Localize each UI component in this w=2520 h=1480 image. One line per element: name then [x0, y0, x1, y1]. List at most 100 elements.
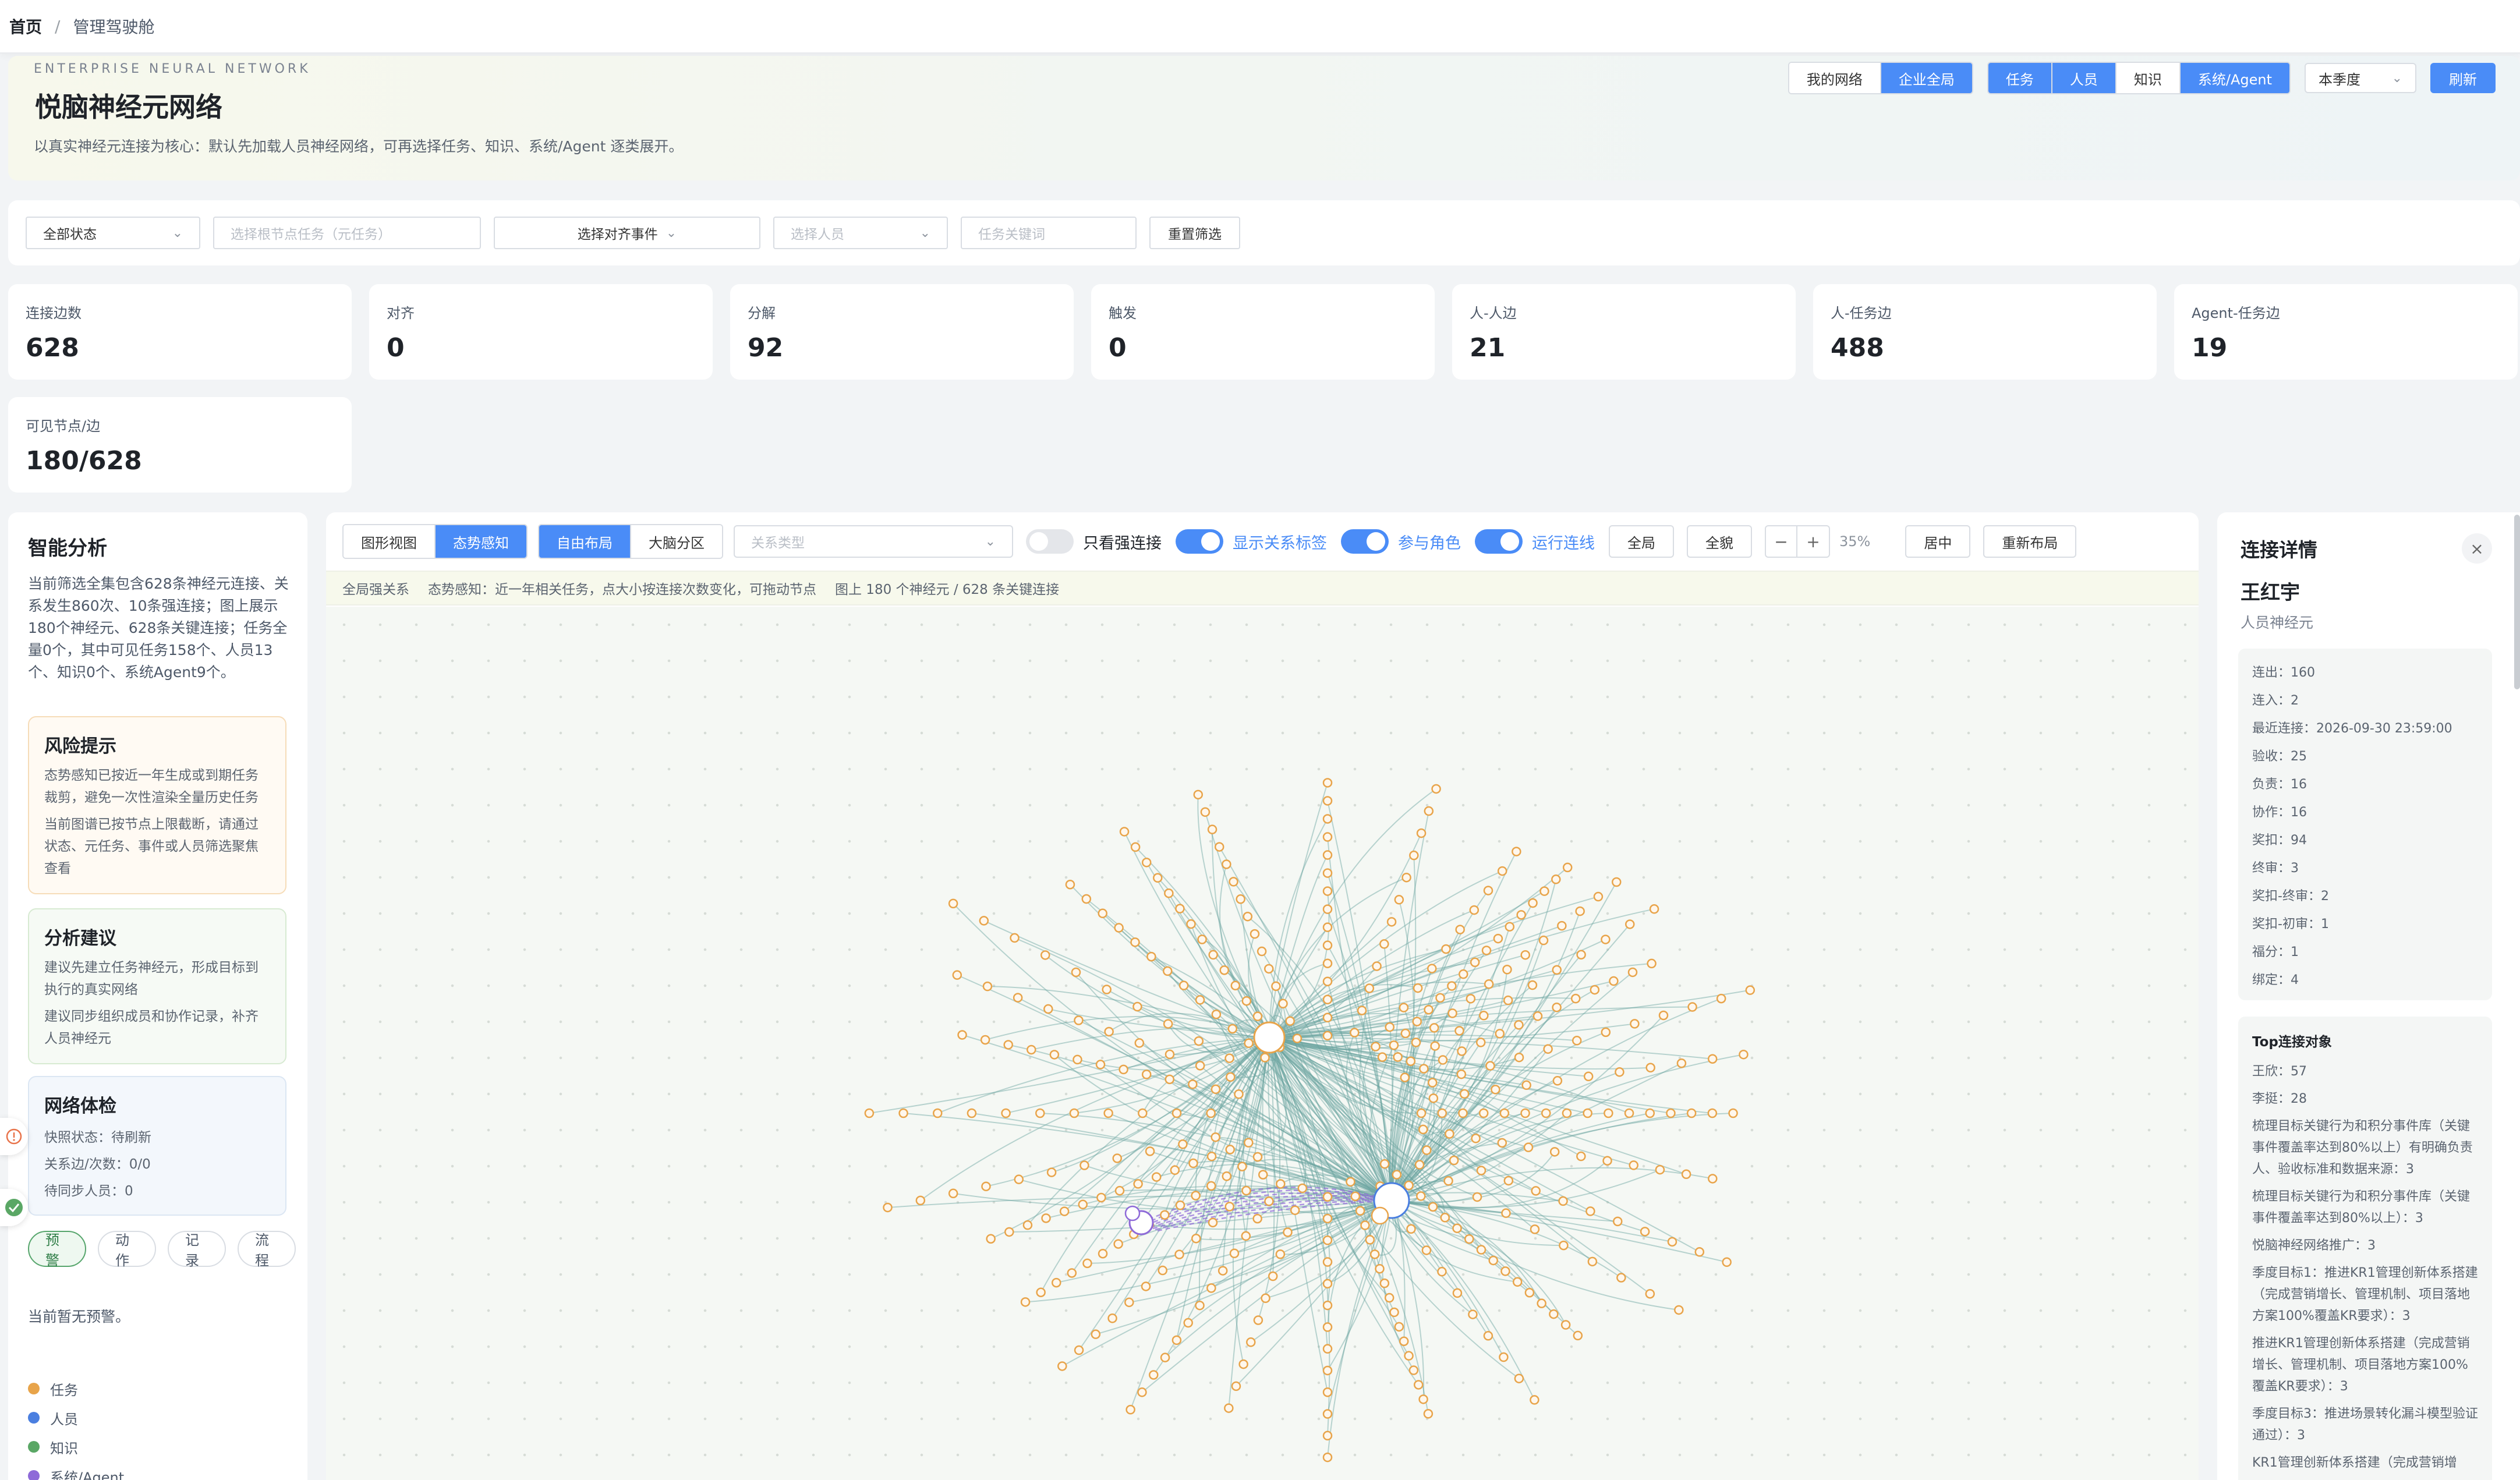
task-node [1040, 950, 1050, 960]
network-graph-canvas[interactable] [326, 607, 2199, 1480]
layer-task-button[interactable]: 任务 [1988, 63, 2052, 93]
task-node [1222, 859, 1231, 869]
task-node [1257, 946, 1267, 957]
top-connection-item[interactable]: 梳理目标关键行为和积分事件库（关键事件覆盖率达到80%以上）有明确负责人、验收标… [2252, 1116, 2478, 1180]
period-select[interactable]: 本季度 ⌄ [2305, 63, 2416, 93]
layout-free-button[interactable]: 自由布局 [539, 525, 631, 558]
top-connection-item[interactable]: 王欣：57 [2252, 1061, 2478, 1082]
layout-brain-button[interactable]: 大脑分区 [631, 525, 722, 558]
view-situation-button[interactable]: 态势感知 [436, 525, 526, 558]
task-node [1570, 993, 1581, 1004]
task-node [1528, 898, 1538, 908]
layer-agent-button[interactable]: 系统/Agent [2180, 63, 2289, 93]
run-lines-label: 运行连线 [1532, 534, 1595, 553]
task-node [1499, 1108, 1510, 1118]
task-node [1234, 1089, 1244, 1099]
align-event-select[interactable]: 选择对齐事件 ⌄ [494, 217, 760, 249]
risk-title: 风险提示 [44, 736, 116, 757]
task-node [1230, 980, 1241, 991]
stat-value: 21 [1470, 333, 1506, 363]
top-connection-item[interactable]: KR1管理创新体系搭建（完成营销增 [2252, 1452, 2478, 1474]
relation-type-placeholder: 关系类型 [751, 536, 805, 551]
detail-stat: 奖扣-初审：1 [2252, 917, 2329, 932]
graph-toolbar: 图形视图 态势感知 自由布局 大脑分区 关系类型 ⌄ 只看强连接 显示关系标签 … [342, 524, 2194, 559]
task-node [1195, 1061, 1205, 1071]
task-node [1197, 934, 1207, 944]
check-icon [5, 1199, 23, 1216]
task-node [1421, 1245, 1432, 1255]
scope-my-network-button[interactable]: 我的网络 [1789, 63, 1881, 93]
task-node [1191, 1233, 1201, 1244]
breadcrumb-home[interactable]: 首页 [9, 15, 42, 38]
global-button[interactable]: 全局 [1609, 525, 1674, 558]
roles-toggle[interactable] [1341, 529, 1389, 554]
top-connection-item[interactable]: 悦脑神经网络推广：3 [2252, 1235, 2478, 1256]
zoom-out-button[interactable]: − [1766, 526, 1797, 557]
relation-type-select[interactable]: 关系类型 ⌄ [734, 525, 1013, 558]
legend-item-agent: 系统/Agent [28, 1461, 124, 1480]
task-node [1081, 894, 1092, 904]
tab-record[interactable]: 记录 [168, 1231, 226, 1269]
task-node [1583, 1071, 1594, 1082]
task-node [1452, 1288, 1463, 1298]
task-node [1399, 1336, 1409, 1346]
reset-filters-button[interactable]: 重置筛选 [1149, 217, 1240, 249]
task-node [1427, 964, 1437, 973]
zoom-in-button[interactable]: + [1797, 526, 1829, 557]
relayout-button[interactable]: 重新布局 [1983, 525, 2077, 558]
task-node [1224, 1053, 1234, 1063]
strong-only-toggle[interactable] [1026, 529, 1074, 554]
layer-person-button[interactable]: 人员 [2052, 63, 2116, 93]
tab-alert[interactable]: 预警 [28, 1231, 86, 1269]
task-node [1069, 1108, 1080, 1118]
task-node [1469, 905, 1480, 915]
show-labels-toggle[interactable] [1176, 529, 1223, 554]
layer-knowledge-button[interactable]: 知识 [2116, 63, 2181, 93]
task-node [1739, 1049, 1749, 1060]
task-node [1423, 1409, 1434, 1419]
top-connection-item[interactable]: 李挺：28 [2252, 1088, 2478, 1110]
top-connection-item[interactable]: 季度目标1：推进KR1管理创新体系搭建（完成营销增长、管理机制、项目落地方案10… [2252, 1262, 2478, 1327]
top-connections-title: Top连接对象 [2252, 1035, 2332, 1050]
task-node [1178, 1139, 1188, 1149]
root-task-select[interactable]: 选择根节点任务（元任务） [213, 217, 481, 249]
task-node [1219, 965, 1229, 975]
status-select[interactable]: 全部状态 ⌄ [26, 217, 200, 249]
keyword-input[interactable]: 任务关键词 [961, 217, 1137, 249]
center-button[interactable]: 居中 [1905, 525, 1971, 558]
task-node [1406, 1056, 1416, 1066]
tab-action[interactable]: 动作 [98, 1231, 156, 1269]
task-node [1369, 1249, 1380, 1259]
legend-item-person: 人员 [28, 1403, 124, 1432]
task-node [1401, 872, 1411, 883]
refresh-button[interactable]: 刷新 [2430, 63, 2496, 93]
run-lines-toggle[interactable] [1475, 529, 1523, 554]
task-node [1350, 1191, 1361, 1201]
tab-flow[interactable]: 流程 [238, 1231, 296, 1269]
task-node [1379, 939, 1389, 949]
page-description: 以真实神经元连接为核心：默认先加载人员神经网络，可再选择任务、知识、系统/Age… [34, 138, 684, 155]
task-node [1681, 1169, 1691, 1180]
task-node [1468, 1309, 1478, 1319]
task-node [1322, 850, 1333, 860]
detail-title: 连接详情 [2241, 539, 2317, 561]
task-node [1276, 1179, 1286, 1189]
task-node [1412, 1017, 1422, 1026]
task-node [1004, 1227, 1014, 1237]
network-graph[interactable] [326, 607, 2199, 1480]
person-select[interactable]: 选择人员 ⌄ [773, 217, 948, 249]
view-graph-button[interactable]: 图形视图 [344, 525, 436, 558]
detail-scrollbar[interactable] [2514, 515, 2520, 689]
scope-enterprise-button[interactable]: 企业全局 [1881, 63, 1972, 93]
close-icon[interactable]: × [2462, 533, 2492, 564]
task-node [1472, 1192, 1482, 1202]
task-node [1495, 1029, 1505, 1039]
task-node [1322, 976, 1333, 986]
detail-stat: 连入：2 [2252, 693, 2299, 708]
panorama-button[interactable]: 全貌 [1687, 525, 1752, 558]
task-node [1541, 1108, 1551, 1118]
top-connection-item[interactable]: 季度目标3：推进场景转化漏斗模型验证通过）：3 [2252, 1403, 2478, 1446]
top-connection-item[interactable]: 推进KR1管理创新体系搭建（完成营销增长、管理机制、项目落地方案100%覆盖KR… [2252, 1333, 2478, 1397]
top-connection-item[interactable]: 梳理目标关键行为和积分事件库（关键事件覆盖率达到80%以上）：3 [2252, 1186, 2478, 1229]
task-node [1406, 1224, 1416, 1234]
